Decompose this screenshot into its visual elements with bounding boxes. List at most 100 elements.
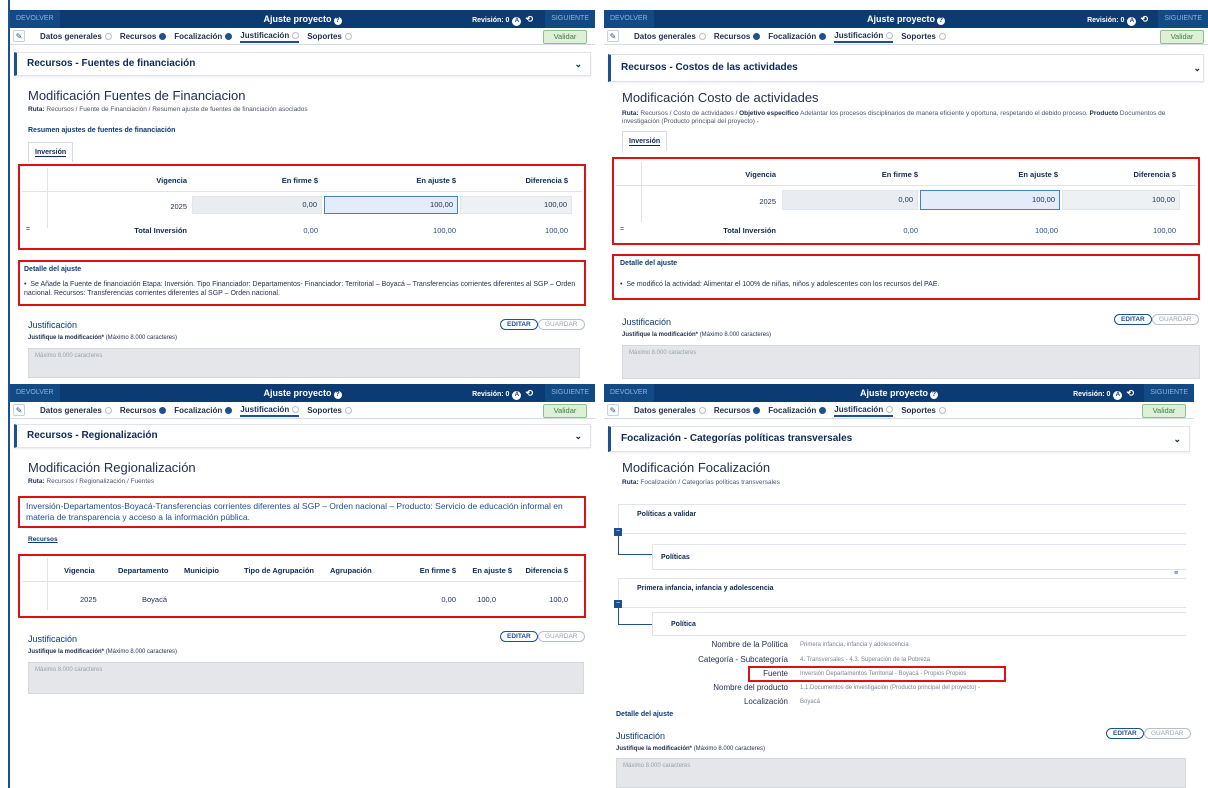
siguiente-button[interactable]: SIGUIENTE <box>545 384 595 402</box>
col-header: Vigencia <box>156 176 187 185</box>
history-icon[interactable]: ⟲ <box>1126 384 1134 402</box>
en-ajuste-input[interactable]: 100,00 <box>920 190 1060 210</box>
tab-datos-generales[interactable]: Datos generales <box>634 406 706 415</box>
total-label: Total Inversión <box>134 226 187 235</box>
politicas-validar-node: Políticas a validar <box>618 504 1186 534</box>
list-icon[interactable]: ≡ <box>1174 570 1178 577</box>
validar-button[interactable]: Validar <box>543 404 587 418</box>
diferencia-field: 100,00 <box>460 196 572 214</box>
total-firme: 0,00 <box>303 226 318 235</box>
col-header: En firme $ <box>281 176 318 185</box>
tab-justificacion[interactable]: Justificación <box>834 405 894 417</box>
siguiente-button[interactable]: SIGUIENTE <box>545 10 595 28</box>
chevron-down-icon[interactable]: ⌄ <box>1173 427 1181 451</box>
en-ajuste-input[interactable]: 100,00 <box>324 196 458 214</box>
tab-justificacion[interactable]: Justificación <box>240 30 300 43</box>
tab-inversion[interactable]: Inversión <box>622 131 668 151</box>
chevron-down-icon[interactable]: ⌄ <box>1193 55 1201 81</box>
expand-icon[interactable]: = <box>620 226 624 233</box>
justificacion-textarea[interactable]: Máximo 8.000 caracteres <box>616 758 1186 788</box>
vigencia-value: 2025 <box>170 202 187 211</box>
revision-info: Revisión: 0 A ⟲ <box>472 384 533 404</box>
tab-datos-generales[interactable]: Datos generales <box>634 32 706 41</box>
justificacion-textarea[interactable]: Máximo 8.000 caracteres <box>28 662 584 694</box>
status-dot <box>104 33 112 40</box>
tab-recursos[interactable]: Recursos <box>120 406 167 415</box>
guardar-button[interactable]: GUARDAR <box>1152 314 1199 325</box>
col-header: Agrupación <box>330 566 372 575</box>
detalle-heading: Detalle del ajuste <box>24 266 82 273</box>
chevron-down-icon[interactable]: ⌄ <box>574 53 582 75</box>
accordion-title: Recursos - Fuentes de financiación <box>27 58 196 69</box>
tab-justificacion[interactable]: Justificación <box>240 405 300 417</box>
justificacion-textarea[interactable]: Máximo 8.000 caracteres <box>28 348 580 378</box>
help-icon[interactable]: ? <box>333 17 342 25</box>
siguiente-button[interactable]: SIGUIENTE <box>1158 10 1208 28</box>
breadcrumb: Ruta: Recursos / Regionalización / Fuent… <box>28 478 154 485</box>
user-icon[interactable]: A <box>1113 391 1123 400</box>
tab-soportes[interactable]: Soportes <box>901 32 946 41</box>
guardar-button[interactable]: GUARDAR <box>538 319 585 330</box>
pencil-icon[interactable]: ✎ <box>13 404 25 416</box>
pencil-icon[interactable]: ✎ <box>607 404 619 416</box>
collapse-icon[interactable]: − <box>614 528 622 536</box>
status-dot <box>698 407 706 414</box>
editar-button[interactable]: EDITAR <box>500 319 538 330</box>
tab-soportes[interactable]: Soportes <box>307 32 352 41</box>
accordion-header[interactable]: Recursos - Regionalización ⌄ <box>14 424 591 448</box>
siguiente-button[interactable]: SIGUIENTE <box>1144 384 1194 402</box>
tab-datos-generales[interactable]: Datos generales <box>40 406 112 415</box>
tab-focalizacion[interactable]: Focalización <box>768 406 827 415</box>
guardar-button[interactable]: GUARDAR <box>538 631 585 642</box>
history-icon[interactable]: ⟲ <box>525 10 533 28</box>
tab-label: Focalización <box>174 32 223 41</box>
tab-soportes[interactable]: Soportes <box>307 406 352 415</box>
validar-button[interactable]: Validar <box>1142 404 1186 418</box>
tab-recursos[interactable]: Recursos <box>713 32 761 41</box>
tab-recursos[interactable]: Recursos <box>120 32 167 41</box>
chevron-down-icon[interactable]: ⌄ <box>574 425 582 447</box>
accordion-header[interactable]: Recursos - Fuentes de financiación ⌄ <box>14 52 591 76</box>
status-dot <box>292 405 300 413</box>
pencil-icon[interactable]: ✎ <box>13 30 25 42</box>
total-firme: 0,00 <box>903 226 918 235</box>
history-icon[interactable]: ⟲ <box>1140 10 1148 28</box>
tab-justificacion[interactable]: Justificación <box>834 31 894 43</box>
user-icon[interactable]: A <box>1127 17 1137 26</box>
tab-label: Recursos <box>713 406 751 415</box>
recursos-link[interactable]: Recursos <box>28 536 58 543</box>
validar-button[interactable]: Validar <box>543 30 587 44</box>
tab-inversion[interactable]: Inversión <box>28 142 74 162</box>
tab-label: Datos generales <box>634 32 696 41</box>
tab-focalizacion[interactable]: Focalización <box>174 406 233 415</box>
tab-label: Justificación <box>240 30 290 40</box>
tab-focalizacion[interactable]: Focalización <box>174 32 233 41</box>
tab-soportes[interactable]: Soportes <box>901 406 946 415</box>
accordion-header[interactable]: Focalización - Categorías políticas tran… <box>608 426 1190 452</box>
pencil-icon[interactable]: ✎ <box>607 30 619 42</box>
status-dot <box>819 33 827 40</box>
editar-button[interactable]: EDITAR <box>1114 314 1152 325</box>
help-icon[interactable]: ? <box>333 391 342 399</box>
breadcrumb: Ruta: Focalización / Categorías política… <box>622 479 780 486</box>
collapse-icon[interactable]: − <box>614 600 622 608</box>
help-icon[interactable]: ? <box>930 391 938 399</box>
user-icon[interactable]: A <box>512 391 522 400</box>
history-icon[interactable]: ⟲ <box>525 384 533 402</box>
tab-recursos[interactable]: Recursos <box>713 406 761 415</box>
guardar-button[interactable]: GUARDAR <box>1144 728 1191 739</box>
help-icon[interactable]: ? <box>937 17 945 25</box>
user-icon[interactable]: A <box>512 17 522 26</box>
editar-button[interactable]: EDITAR <box>1106 728 1144 739</box>
justificacion-textarea[interactable]: Máximo 8.000 caracteres <box>622 345 1200 379</box>
tab-datos-generales[interactable]: Datos generales <box>40 32 112 41</box>
expand-icon[interactable]: = <box>26 226 30 233</box>
objetivo-label: Objetivo específico <box>739 110 799 117</box>
tab-focalizacion[interactable]: Focalización <box>768 32 827 41</box>
editar-button[interactable]: EDITAR <box>500 631 538 642</box>
validar-button[interactable]: Validar <box>1160 30 1204 44</box>
tab-label: Soportes <box>307 406 342 415</box>
justificacion-heading: Justificación <box>28 320 78 330</box>
tab-label: Recursos <box>713 32 751 41</box>
accordion-header[interactable]: Recursos - Costos de las actividades ⌄ <box>608 54 1204 82</box>
